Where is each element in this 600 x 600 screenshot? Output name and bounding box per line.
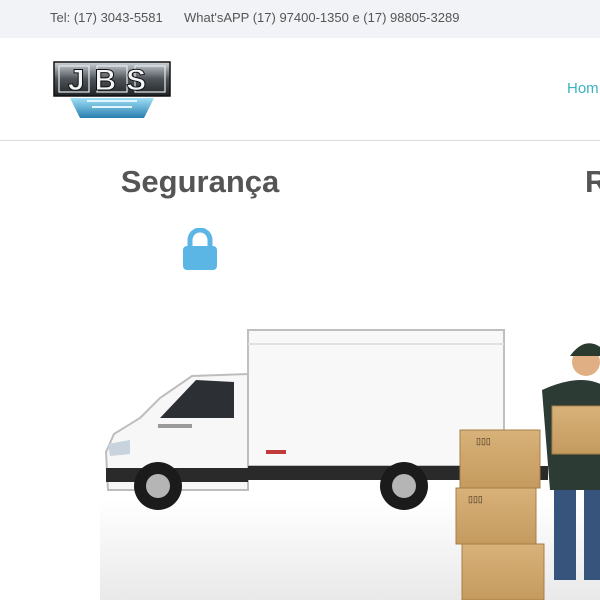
top-contact-bar: Tel: (17) 3043-5581 What'sAPP (17) 97400… [0,0,600,38]
nav-home-link[interactable]: Hom [567,80,599,97]
feature-title-seguranca: Segurança [120,164,280,199]
cardboard-boxes: ▯▯▯ ▯▯▯ [455,429,545,600]
lock-icon [183,228,217,270]
hero-image-truck-movers: ▯▯▯ ▯▯▯ [100,329,600,600]
phone-number: Tel: (17) 3043-5581 [50,10,163,25]
svg-text:▯▯▯: ▯▯▯ [476,436,491,446]
feature-title-second: R [585,164,600,199]
site-header: JBS Hom [0,38,600,141]
svg-text:▯▯▯: ▯▯▯ [468,494,483,504]
logo-text: JBS [68,64,156,97]
jbs-logo[interactable]: JBS [52,60,172,120]
whatsapp-numbers: What'sAPP (17) 97400-1350 e (17) 98805-3… [184,10,460,25]
